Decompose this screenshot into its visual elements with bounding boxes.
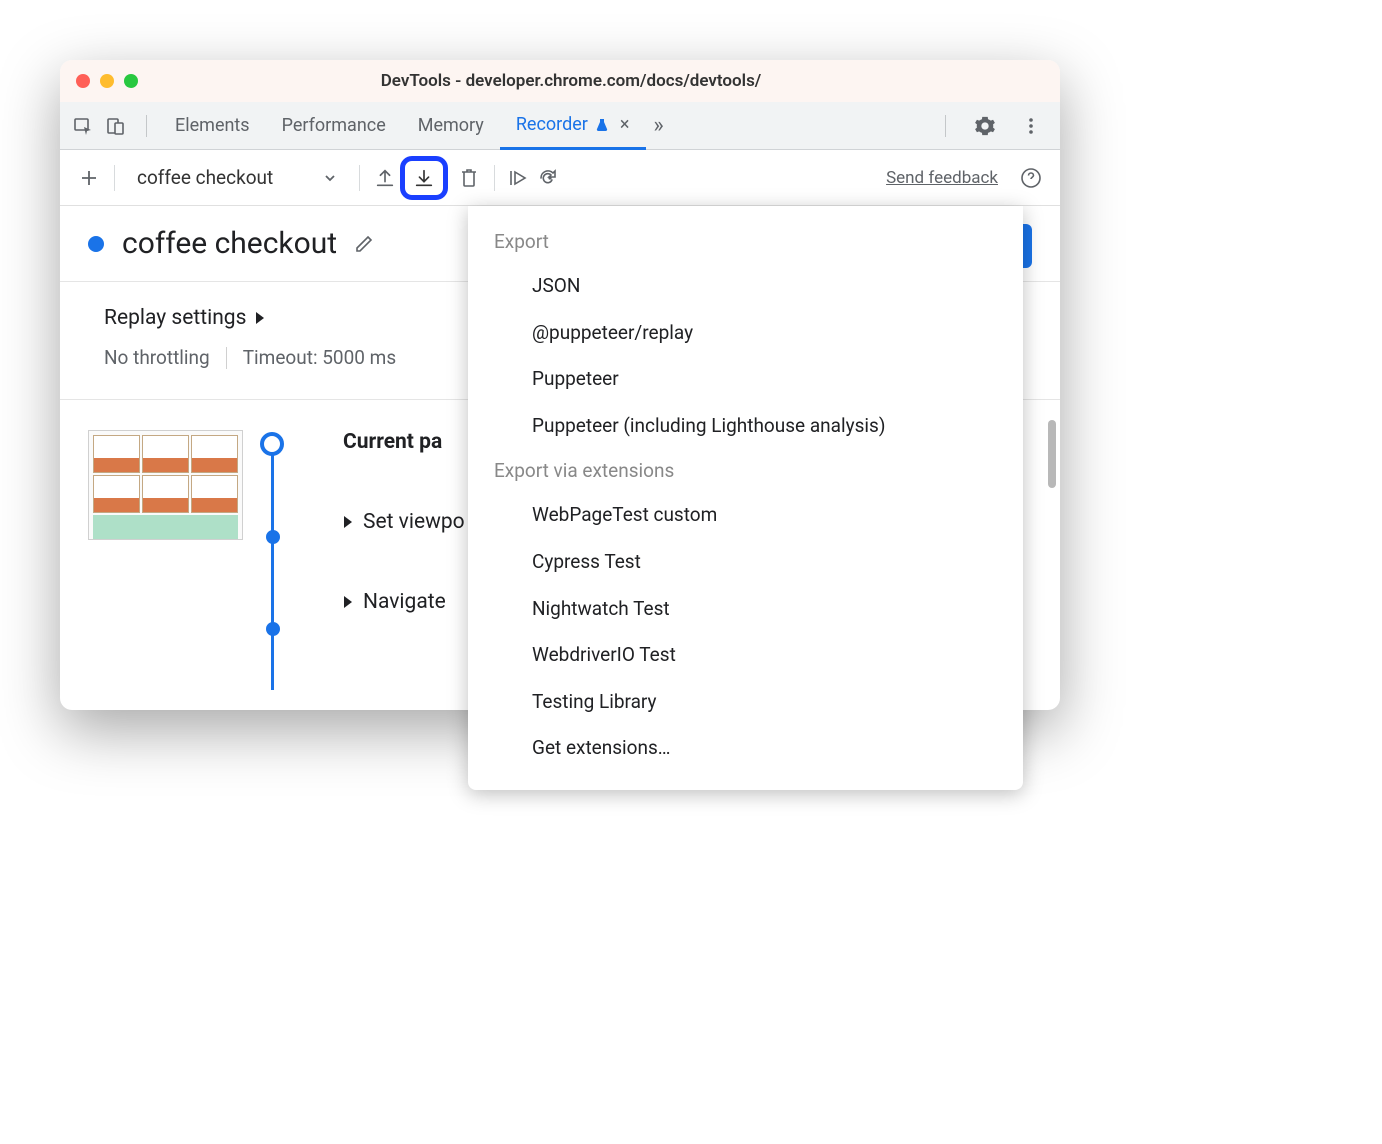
devtools-window: DevTools - developer.chrome.com/docs/dev… bbox=[60, 60, 1060, 710]
export-webpagetest[interactable]: WebPageTest custom bbox=[468, 492, 1023, 539]
kebab-menu-icon[interactable] bbox=[1018, 113, 1044, 139]
scrollbar-thumb[interactable] bbox=[1048, 420, 1056, 488]
recording-status-dot bbox=[88, 236, 104, 252]
export-dropdown: Export JSON @puppeteer/replay Puppeteer … bbox=[468, 206, 1023, 790]
step-label: Current pa bbox=[343, 430, 442, 454]
device-toggle-icon[interactable] bbox=[102, 113, 128, 139]
help-icon[interactable] bbox=[1016, 163, 1046, 193]
recording-selector[interactable]: coffee checkout bbox=[125, 166, 349, 189]
export-nightwatch[interactable]: Nightwatch Test bbox=[468, 586, 1023, 633]
flask-icon bbox=[594, 117, 610, 133]
divider bbox=[146, 115, 147, 137]
recorder-content: coffee checkout Replay settings No throt… bbox=[60, 206, 1060, 710]
divider bbox=[226, 347, 227, 369]
divider bbox=[114, 165, 115, 191]
export-get-extensions[interactable]: Get extensions… bbox=[468, 725, 1023, 772]
timeline-line bbox=[271, 442, 274, 690]
export-extensions-header: Export via extensions bbox=[468, 449, 1023, 492]
chevron-right-icon bbox=[343, 515, 353, 529]
replay-heading: Replay settings bbox=[104, 306, 246, 330]
delete-button[interactable] bbox=[454, 163, 484, 193]
settings-icon[interactable] bbox=[972, 113, 998, 139]
minimize-window-icon[interactable] bbox=[100, 74, 114, 88]
step-button[interactable] bbox=[505, 163, 535, 193]
throttling-value: No throttling bbox=[104, 346, 210, 369]
timeline-node[interactable] bbox=[266, 622, 280, 636]
export-webdriverio[interactable]: WebdriverIO Test bbox=[468, 632, 1023, 679]
tabs-bar: Elements Performance Memory Recorder × » bbox=[60, 102, 1060, 150]
chevron-right-icon bbox=[343, 595, 353, 609]
edit-title-button[interactable] bbox=[353, 233, 375, 255]
chevron-down-icon bbox=[323, 171, 337, 185]
recording-title: coffee checkout bbox=[122, 226, 337, 261]
step-label: Set viewpo bbox=[363, 510, 465, 534]
export-section-header: Export bbox=[468, 220, 1023, 263]
feedback-link[interactable]: Send feedback bbox=[886, 168, 998, 188]
close-window-icon[interactable] bbox=[76, 74, 90, 88]
close-tab-icon[interactable]: × bbox=[620, 114, 630, 135]
titlebar: DevTools - developer.chrome.com/docs/dev… bbox=[60, 60, 1060, 102]
timeline-node[interactable] bbox=[260, 432, 284, 456]
timeout-value: Timeout: 5000 ms bbox=[243, 346, 396, 369]
divider bbox=[494, 165, 495, 191]
export-testing-library[interactable]: Testing Library bbox=[468, 679, 1023, 726]
export-puppeteer[interactable]: Puppeteer bbox=[468, 356, 1023, 403]
replay-button[interactable] bbox=[535, 163, 565, 193]
maximize-window-icon[interactable] bbox=[124, 74, 138, 88]
chevron-right-icon bbox=[254, 311, 266, 325]
inspect-icon[interactable] bbox=[70, 113, 96, 139]
recorder-toolbar: coffee checkout Send feedback bbox=[60, 150, 1060, 206]
add-recording-button[interactable] bbox=[74, 163, 104, 193]
traffic-lights bbox=[76, 74, 138, 88]
page-thumbnail bbox=[88, 430, 243, 540]
tab-elements[interactable]: Elements bbox=[159, 102, 266, 149]
more-tabs-icon[interactable]: » bbox=[646, 113, 672, 139]
export-button[interactable] bbox=[409, 163, 439, 193]
export-puppeteer-lighthouse[interactable]: Puppeteer (including Lighthouse analysis… bbox=[468, 403, 1023, 450]
tab-label: Recorder bbox=[516, 114, 588, 135]
export-cypress[interactable]: Cypress Test bbox=[468, 539, 1023, 586]
tab-performance[interactable]: Performance bbox=[266, 102, 402, 149]
export-json[interactable]: JSON bbox=[468, 263, 1023, 310]
export-puppeteer-replay[interactable]: @puppeteer/replay bbox=[468, 310, 1023, 357]
timeline-node[interactable] bbox=[266, 530, 280, 544]
divider bbox=[945, 115, 946, 137]
import-button[interactable] bbox=[370, 163, 400, 193]
tab-recorder[interactable]: Recorder × bbox=[500, 103, 646, 150]
export-highlight bbox=[400, 156, 448, 200]
step-label: Navigate bbox=[363, 590, 446, 614]
recording-name: coffee checkout bbox=[137, 166, 273, 189]
divider bbox=[359, 165, 360, 191]
window-title: DevTools - developer.chrome.com/docs/dev… bbox=[138, 71, 1044, 91]
tab-memory[interactable]: Memory bbox=[402, 102, 500, 149]
